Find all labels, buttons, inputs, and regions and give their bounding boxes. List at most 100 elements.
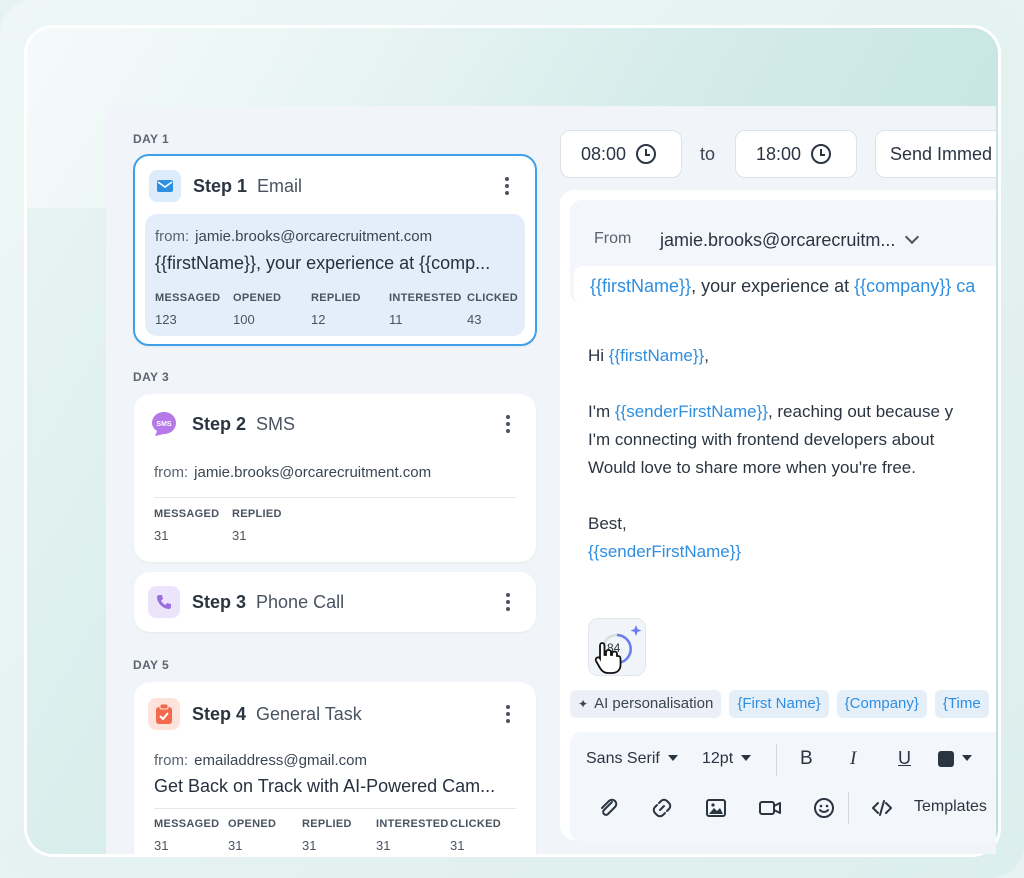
first-name-chip[interactable]: {First Name} bbox=[729, 690, 829, 718]
body-line: Hi {{firstName}}, bbox=[588, 346, 709, 365]
step-type: General Task bbox=[256, 703, 362, 724]
company-chip[interactable]: {Company} bbox=[836, 690, 927, 718]
more-options-icon[interactable] bbox=[498, 588, 518, 616]
variable-chips: ✦ AI personalisation {First Name} {Company}… bbox=[570, 690, 996, 718]
stat-clicked: CLICKED 43 bbox=[467, 292, 518, 327]
step-number: Step 3 bbox=[192, 591, 247, 612]
step-type: SMS bbox=[256, 413, 296, 434]
stat-opened: OPENED 100 bbox=[233, 292, 282, 327]
sender-select[interactable]: jamie.brooks@orcarecruitm... bbox=[660, 229, 920, 251]
caret-down-icon bbox=[667, 755, 678, 761]
stat-clicked: CLICKED 31 bbox=[450, 818, 501, 853]
clock-icon bbox=[636, 144, 657, 164]
step-card-email[interactable]: Step 1 Email from: jamie.brooks@orcarecru… bbox=[133, 154, 537, 346]
day-label: DAY 1 bbox=[133, 132, 170, 146]
caret-down-icon bbox=[741, 755, 752, 761]
font-family-select[interactable]: Sans Serif bbox=[586, 750, 678, 768]
from-line: from: jamie.brooks@orcarecruitment.com bbox=[154, 464, 431, 481]
chevron-down-icon bbox=[905, 229, 920, 245]
time-range-separator: to bbox=[700, 144, 716, 164]
subject-text: , your experience at bbox=[691, 276, 855, 296]
email-editor: From jamie.brooks@orcarecruitm... {{firs… bbox=[560, 190, 996, 842]
subject-variable: {{company}} bbox=[854, 276, 952, 296]
link-icon[interactable] bbox=[650, 796, 674, 820]
body-line: I'm connecting with frontend developers … bbox=[588, 430, 935, 449]
font-size-select[interactable]: 12pt bbox=[702, 750, 752, 768]
video-icon[interactable] bbox=[758, 796, 782, 820]
image-icon[interactable] bbox=[704, 796, 728, 820]
from-address: jamie.brooks@orcarecruitment.com bbox=[195, 228, 433, 245]
stat-messaged: MESSAGED 123 bbox=[155, 292, 221, 327]
from-label: from: bbox=[154, 752, 189, 769]
stat-messaged: MESSAGED 31 bbox=[154, 508, 220, 543]
clock-icon bbox=[811, 144, 832, 164]
attachment-icon[interactable] bbox=[596, 796, 620, 820]
text-color-button[interactable] bbox=[938, 750, 972, 768]
stat-opened: OPENED 31 bbox=[228, 818, 277, 853]
sender-value: jamie.brooks@orcarecruitm... bbox=[660, 230, 896, 250]
stats-row: MESSAGED 123 OPENED 100 REPLIED 12 INTEREST… bbox=[155, 292, 518, 332]
subject-input[interactable]: {{firstName}}, your experience at {{comp… bbox=[574, 266, 996, 304]
sparkle-icon: ✦ bbox=[578, 697, 589, 711]
day-label: DAY 5 bbox=[133, 658, 170, 672]
hand-cursor-icon bbox=[594, 642, 622, 674]
from-line: from: jamie.brooks@orcarecruitment.com bbox=[155, 228, 432, 245]
bold-button[interactable]: B bbox=[800, 748, 813, 770]
templates-button[interactable]: Templates bbox=[914, 798, 987, 816]
start-time-value: 08:00 bbox=[581, 143, 627, 164]
step-header: Step 4 General Task bbox=[148, 698, 522, 730]
step-number: Step 1 bbox=[193, 175, 248, 196]
underline-button[interactable]: U bbox=[898, 748, 911, 769]
ai-personalisation-chip[interactable]: ✦ AI personalisation bbox=[570, 690, 722, 718]
stat-replied: REPLIED 31 bbox=[232, 508, 282, 543]
body-line: I'm {{senderFirstName}}, reaching out be… bbox=[588, 402, 954, 421]
italic-button[interactable]: I bbox=[850, 748, 856, 770]
subject-variable: {{firstName}} bbox=[590, 276, 692, 296]
from-label: from: bbox=[155, 228, 190, 245]
send-mode-select[interactable]: Send Immed bbox=[875, 130, 996, 178]
more-options-icon[interactable] bbox=[498, 410, 518, 438]
stat-interested: INTERESTED 11 bbox=[389, 292, 462, 327]
sms-icon: SMS bbox=[148, 408, 180, 440]
formatting-toolbar: Sans Serif 12pt B I U Templates bbox=[570, 732, 996, 842]
from-address: jamie.brooks@orcarecruitment.com bbox=[194, 464, 432, 481]
time-chip[interactable]: {Time bbox=[934, 690, 989, 718]
subject-text: ca bbox=[951, 276, 976, 296]
step-header: Step 1 Email bbox=[149, 170, 521, 202]
task-icon bbox=[148, 698, 180, 730]
stats-row: MESSAGED 31 REPLIED 31 bbox=[154, 508, 526, 548]
step-card-sms[interactable]: SMS Step 2 SMS from: jamie.brooks@orcarec… bbox=[134, 394, 536, 562]
from-line: from: emailaddress@gmail.com bbox=[154, 752, 367, 769]
divider bbox=[154, 497, 516, 498]
step-header: Step 3 Phone Call bbox=[148, 586, 522, 618]
end-time-picker[interactable]: 18:00 bbox=[735, 130, 857, 178]
day-label: DAY 3 bbox=[133, 370, 170, 384]
step-header: SMS Step 2 SMS bbox=[148, 408, 522, 440]
subject-line: Get Back on Track with AI-Powered Cam... bbox=[154, 776, 496, 796]
code-icon[interactable] bbox=[870, 796, 894, 820]
from-label: From bbox=[594, 230, 632, 247]
start-time-picker[interactable]: 08:00 bbox=[560, 130, 682, 178]
step-card-phone-call[interactable]: Step 3 Phone Call bbox=[134, 572, 536, 632]
toolbar-separator bbox=[848, 792, 849, 824]
step-preview: from: jamie.brooks@orcarecruitment.com {{… bbox=[145, 214, 525, 336]
email-body[interactable]: Hi {{firstName}}, I'm {{senderFirstName}… bbox=[588, 342, 996, 566]
caret-down-icon bbox=[962, 755, 972, 761]
stat-replied: REPLIED 12 bbox=[311, 292, 361, 327]
stat-interested: INTERESTED 31 bbox=[376, 818, 449, 853]
from-address: emailaddress@gmail.com bbox=[194, 752, 367, 769]
stat-replied: REPLIED 31 bbox=[302, 818, 352, 853]
step-card-general-task[interactable]: Step 4 General Task from: emailaddress@gm… bbox=[134, 682, 536, 854]
emoji-icon[interactable] bbox=[812, 796, 836, 820]
end-time-value: 18:00 bbox=[756, 143, 802, 164]
more-options-icon[interactable] bbox=[497, 172, 517, 200]
stat-messaged: MESSAGED 31 bbox=[154, 818, 220, 853]
signature-variable: {{senderFirstName}} bbox=[588, 542, 742, 561]
more-options-icon[interactable] bbox=[498, 700, 518, 728]
ai-score-badge[interactable]: 84 bbox=[588, 618, 646, 676]
email-header: From jamie.brooks@orcarecruitm... {{firs… bbox=[570, 200, 996, 304]
send-mode-value: Send Immed bbox=[890, 143, 993, 164]
color-swatch-icon bbox=[938, 750, 954, 767]
subject-line: {{firstName}}, your experience at {{comp… bbox=[155, 253, 491, 273]
stats-row: MESSAGED 31 OPENED 31 REPLIED 31 INTERESTED… bbox=[154, 818, 526, 854]
